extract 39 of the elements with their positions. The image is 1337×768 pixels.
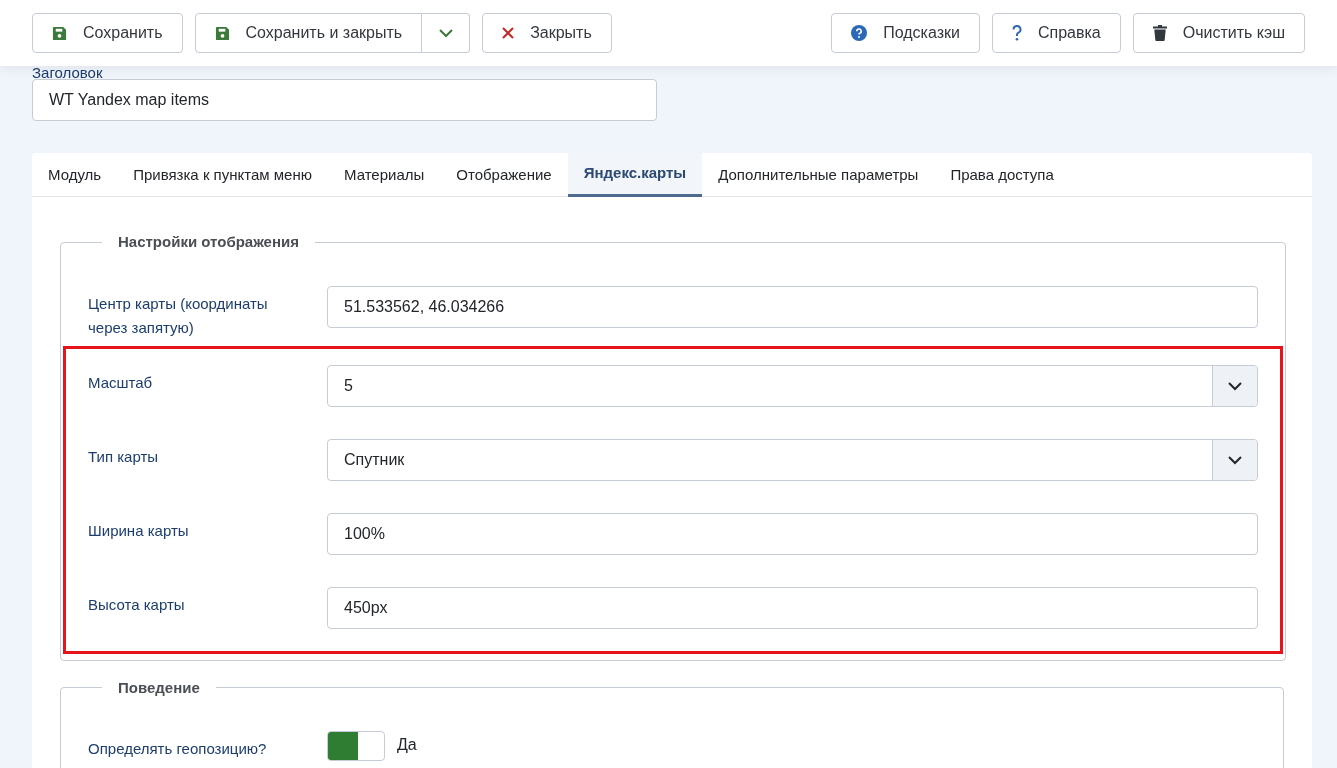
tab[interactable]: Права доступа [934,153,1070,197]
field-label: Тип карты [88,446,160,467]
title-input[interactable]: WT Yandex map items [32,79,657,121]
help-icon [1011,25,1022,41]
input-field[interactable]: 450px [327,586,1258,629]
chevron-down-icon [1227,380,1243,391]
close-icon [502,27,515,39]
field-label: Центр карты (координаты через запятую) [88,293,269,338]
field-label: Ширина карты [88,520,190,541]
field-label: Заголовок [32,64,104,81]
toggle-label: Да [397,735,417,755]
field-label: Высота карты [88,594,186,615]
tab[interactable]: Модуль [32,153,118,197]
tab[interactable]: Дополнительные параметры [702,153,935,197]
toolbar-button[interactable]: Очистить кэш [1132,13,1305,53]
save-icon [214,25,230,41]
section-legend: Поведение [102,676,216,699]
save-icon [52,25,67,41]
trash-icon [1152,25,1167,41]
field-label: Масштаб [88,372,154,393]
input-field[interactable]: 100% [327,512,1258,555]
toolbar-button[interactable]: Сохранить и закрыть [194,13,423,53]
tab[interactable]: Яндекс.карты [567,153,703,197]
tab[interactable]: Материалы [327,153,441,197]
toolbar-button[interactable]: Подсказки [831,13,980,53]
tab[interactable]: Привязка к пунктам меню [117,153,328,197]
tab[interactable]: Отображение [440,153,568,197]
toolbar-button[interactable]: Справка [991,13,1121,53]
chevron-down-icon [1227,454,1243,465]
field-label: Определять геопозицию? [88,739,268,759]
section-legend: Настройки отображения [102,231,315,254]
input-field[interactable]: 51.533562, 46.034266 [327,285,1258,328]
select-field[interactable]: 5 [327,364,1258,407]
help-circle-icon [851,25,868,41]
select-field[interactable]: Спутник [327,438,1258,481]
chevron-down-icon [437,28,454,38]
toolbar-button[interactable]: Сохранить [32,13,183,53]
toggle-switch[interactable] [327,731,385,761]
toolbar-button[interactable]: Закрыть [482,13,612,53]
